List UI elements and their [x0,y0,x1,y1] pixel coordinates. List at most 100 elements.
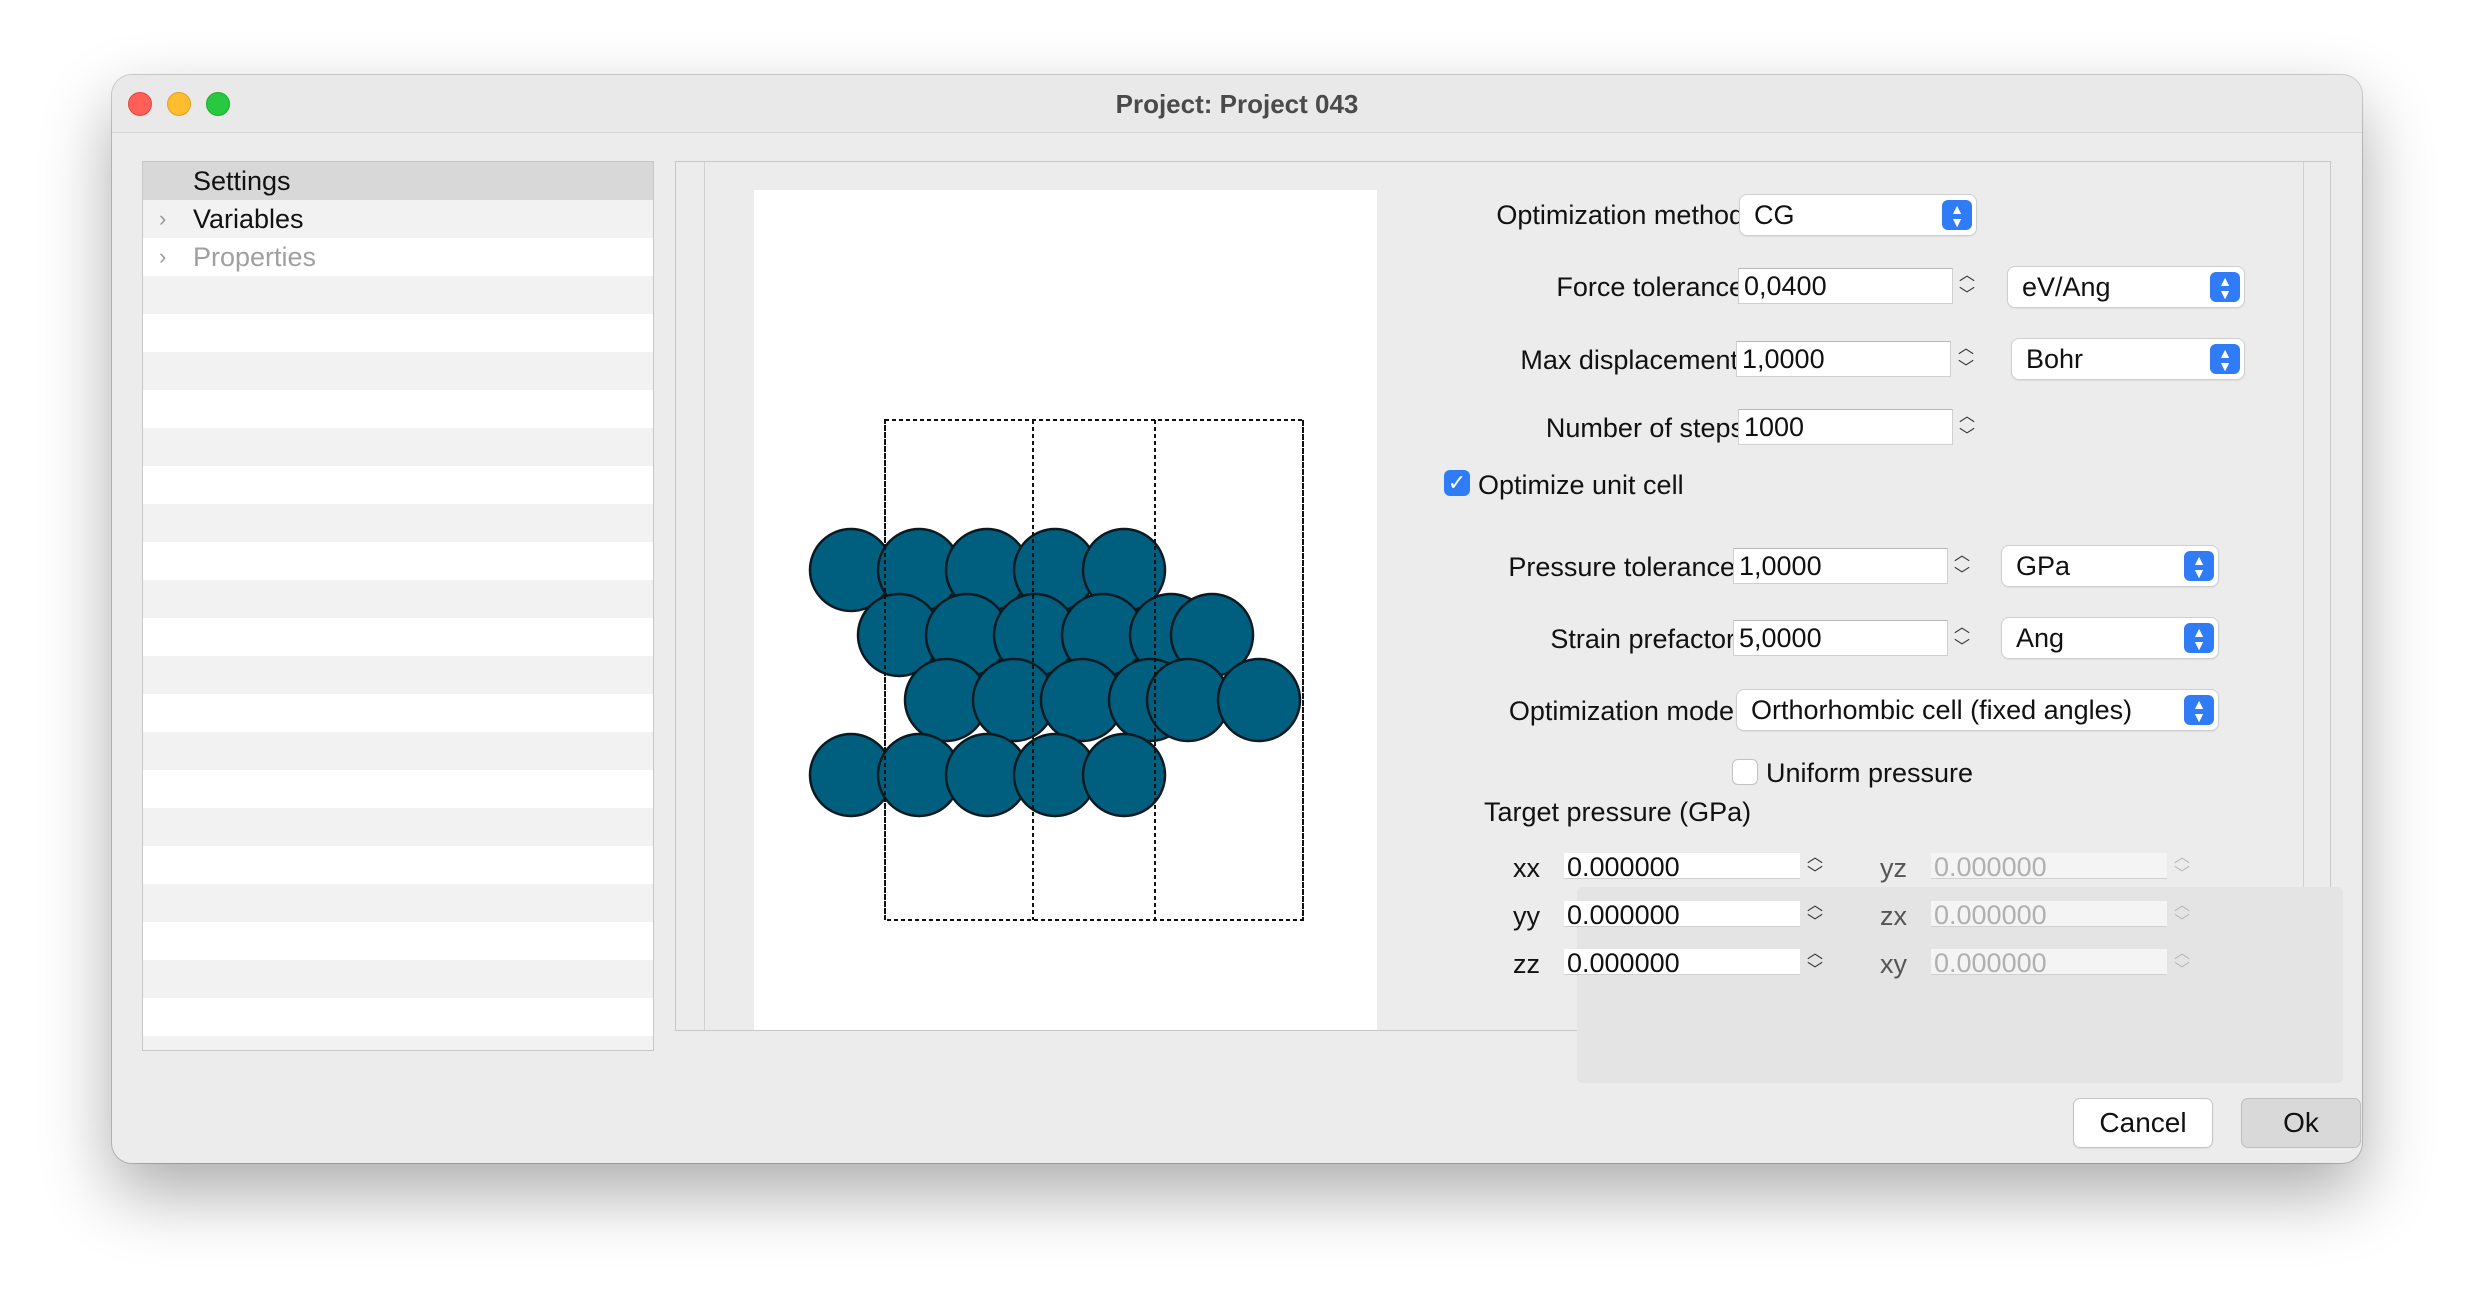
atom [1081,732,1167,818]
force-tolerance-stepper[interactable]: ︿ ﹀ [1955,266,1979,306]
pressure-tolerance-unit-select[interactable]: GPa ▲ ▼ [2002,546,2218,586]
force-tolerance-input[interactable]: 0,0400 [1738,268,1953,304]
cancel-button[interactable]: Cancel [2074,1099,2212,1147]
ok-button[interactable]: Ok [2242,1099,2360,1147]
zz-input[interactable]: 0.000000 [1564,949,1800,977]
title-bar: Project: Project 043 [112,75,2362,133]
chevron-right-icon[interactable]: › [159,238,166,276]
structure-preview[interactable] [754,190,1377,1030]
stepper-up-icon[interactable]: ︿ [1955,407,1979,427]
force-tolerance-label: Force tolerance [1556,272,1744,302]
stepper-down-icon[interactable]: ﹀ [2170,866,2194,883]
max-displacement-stepper[interactable]: ︿ ﹀ [1954,339,1978,379]
optimization-mode-select[interactable]: Orthorhombic cell (fixed angles) ▲ ▼ [1737,690,2218,730]
max-displacement-input[interactable]: 1,0000 [1736,341,1951,377]
atom [1216,657,1302,743]
window-title: Project: Project 043 [1115,89,1359,119]
stepper-down-icon[interactable]: ﹀ [1955,427,1979,447]
stepper-down-icon[interactable]: ﹀ [1803,914,1827,931]
max-displacement-unit-select[interactable]: Bohr ▲ ▼ [2012,339,2244,379]
xy-label: xy [1880,949,1907,979]
atom-structure-svg [808,419,1304,921]
strain-prefactor-input[interactable]: 5,0000 [1733,620,1948,656]
strain-prefactor-unit-value: Ang [2016,623,2065,653]
xx-input[interactable]: 0.000000 [1564,853,1800,881]
uniform-pressure-checkbox[interactable] [1732,759,1758,785]
number-of-steps-label: Number of steps [1545,413,1744,443]
pressure-tolerance-label: Pressure tolerance [1508,552,1735,582]
updown-chevron-icon: ▲ ▼ [2184,623,2214,653]
stepper-down-icon[interactable]: ﹀ [1950,638,1974,658]
stepper-up-icon[interactable]: ︿ [1803,945,1827,962]
stepper-down-icon[interactable]: ﹀ [1803,962,1827,979]
yz-label: yz [1880,853,1907,883]
optimization-mode-label: Optimization mode [1508,696,1734,726]
sidebar: Settings › Variables › Properties [142,161,654,1051]
xx-stepper[interactable]: ︿ ﹀ [1803,849,1827,883]
sidebar-item-settings[interactable]: Settings [143,162,653,200]
max-displacement-unit-value: Bohr [2026,344,2084,374]
stepper-up-icon[interactable]: ︿ [2170,897,2194,914]
yy-stepper[interactable]: ︿ ﹀ [1803,897,1827,931]
zx-label: zx [1880,901,1907,931]
yy-label: yy [1513,901,1540,931]
stepper-up-icon[interactable]: ︿ [1950,546,1974,566]
stepper-up-icon[interactable]: ︿ [1954,339,1978,359]
force-tolerance-unit-value: eV/Ang [2022,272,2111,302]
yz-stepper[interactable]: ︿ ﹀ [2170,849,2194,883]
stepper-down-icon[interactable]: ﹀ [1803,866,1827,883]
xx-label: xx [1513,853,1540,883]
stepper-down-icon[interactable]: ﹀ [1950,566,1974,586]
stepper-down-icon[interactable]: ﹀ [2170,962,2194,979]
atom [1145,657,1231,743]
strain-prefactor-unit-select[interactable]: Ang ▲ ▼ [2002,618,2218,658]
optimization-method-value: CG [1754,200,1795,230]
zz-stepper[interactable]: ︿ ﹀ [1803,945,1827,979]
chevron-right-icon[interactable]: › [159,200,166,238]
updown-chevron-icon: ▲ ▼ [2184,551,2214,581]
zx-input[interactable]: 0.000000 [1931,901,2167,929]
stepper-up-icon[interactable]: ︿ [1803,897,1827,914]
optimize-unit-cell-checkbox[interactable]: ✓ [1444,470,1470,496]
updown-chevron-icon: ▲ ▼ [2184,695,2214,725]
pressure-tolerance-stepper[interactable]: ︿ ﹀ [1950,546,1974,586]
sidebar-item-properties[interactable]: › Properties [143,238,653,276]
xy-stepper[interactable]: ︿ ﹀ [2170,945,2194,979]
number-of-steps-stepper[interactable]: ︿ ﹀ [1955,407,1979,447]
yz-input[interactable]: 0.000000 [1931,853,2167,881]
stepper-up-icon[interactable]: ︿ [1950,618,1974,638]
sidebar-item-label: Properties [193,242,317,272]
sidebar-item-label: Settings [193,166,291,196]
uniform-pressure-label: Uniform pressure [1766,758,1974,788]
pressure-tolerance-unit-value: GPa [2016,551,2071,581]
xy-input[interactable]: 0.000000 [1931,949,2167,977]
atoms-group [808,527,1302,818]
max-displacement-label: Max displacement [1520,345,1738,375]
yy-input[interactable]: 0.000000 [1564,901,1800,929]
stepper-up-icon[interactable]: ︿ [2170,849,2194,866]
panel-divider [704,162,705,1030]
optimization-method-label: Optimization method [1496,200,1744,230]
stepper-down-icon[interactable]: ﹀ [2170,914,2194,931]
zz-label: zz [1513,949,1540,979]
strain-prefactor-stepper[interactable]: ︿ ﹀ [1950,618,1974,658]
strain-prefactor-label: Strain prefactor [1550,624,1735,654]
updown-chevron-icon: ▲ ▼ [1942,200,1972,230]
target-pressure-title: Target pressure (GPa) [1484,797,1752,827]
stepper-down-icon[interactable]: ﹀ [1954,359,1978,379]
stepper-down-icon[interactable]: ﹀ [1955,286,1979,306]
optimization-method-select[interactable]: CG ▲ ▼ [1740,195,1976,235]
stepper-up-icon[interactable]: ︿ [2170,945,2194,962]
number-of-steps-input[interactable]: 1000 [1738,409,1953,445]
zx-stepper[interactable]: ︿ ﹀ [2170,897,2194,931]
sidebar-item-label: Variables [193,204,304,234]
stepper-up-icon[interactable]: ︿ [1955,266,1979,286]
optimize-unit-cell-label: Optimize unit cell [1478,470,1684,500]
pressure-tolerance-input[interactable]: 1,0000 [1733,548,1948,584]
updown-chevron-icon: ▲ ▼ [2210,344,2240,374]
optimization-mode-value: Orthorhombic cell (fixed angles) [1751,695,2133,725]
force-tolerance-unit-select[interactable]: eV/Ang ▲ ▼ [2008,267,2244,307]
sidebar-item-variables[interactable]: › Variables [143,200,653,238]
stepper-up-icon[interactable]: ︿ [1803,849,1827,866]
project-window: Project: Project 043 Settings › Variable… [112,75,2362,1163]
